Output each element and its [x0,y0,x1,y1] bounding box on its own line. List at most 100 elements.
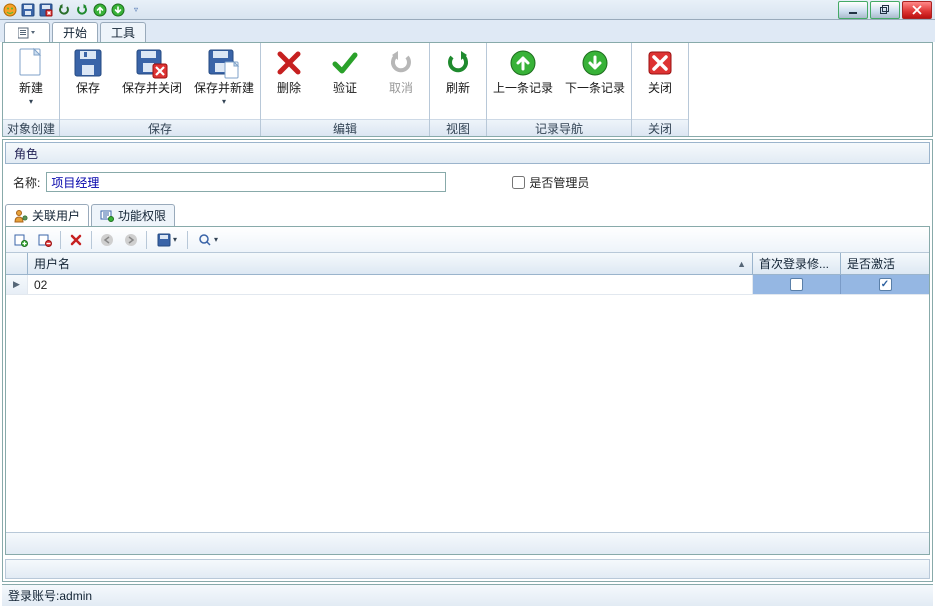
save-close-icon [136,47,168,79]
inner-tab-perms[interactable]: 功能权限 [91,204,175,226]
refresh-button[interactable]: 刷新 [430,43,486,119]
grid-remove-button[interactable] [34,230,56,250]
delete-button[interactable]: 删除 [261,43,317,119]
prev-record-label: 上一条记录 [493,81,553,95]
qat-save-icon[interactable] [20,2,36,18]
section-title: 角色 [14,145,38,162]
grid-header-active[interactable]: 是否激活 [841,253,929,274]
group-create-label: 对象创建 [3,119,59,136]
close-button-label: 关闭 [648,81,672,95]
name-input[interactable] [46,172,446,192]
new-button-label: 新建 [19,81,43,95]
window-close-button[interactable] [902,1,932,19]
user-link-icon [14,209,28,223]
refresh-button-label: 刷新 [446,81,470,95]
grid-header: 用户名▲ 首次登录修... 是否激活 [6,253,929,275]
ribbon-group-close: 关闭 关闭 [632,43,689,136]
save-new-button[interactable]: 保存并新建 [188,43,260,119]
grid: 用户名▲ 首次登录修... 是否激活 ▶ 02 [6,253,929,554]
grid-search-button[interactable]: ▾ [192,230,224,250]
group-close-label: 关闭 [632,119,688,136]
qat-redo-icon[interactable] [74,2,90,18]
grid-body[interactable]: ▶ 02 [6,275,929,532]
name-label: 名称: [13,174,40,191]
grid-row[interactable]: ▶ 02 [6,275,929,295]
next-record-button[interactable]: 下一条记录 [559,43,631,119]
group-view-label: 视图 [430,119,486,136]
new-icon [15,47,47,79]
save-close-button-label: 保存并关闭 [122,81,182,95]
save-icon [72,47,104,79]
inner-tab-users[interactable]: 关联用户 [5,204,89,226]
key-icon [100,209,114,223]
is-admin-label: 是否管理员 [529,174,589,191]
validate-button-label: 验证 [333,81,357,95]
grid-last-button[interactable] [120,230,142,250]
delete-button-label: 删除 [277,81,301,95]
grid-footer [6,532,929,554]
qat-prev-icon[interactable] [92,2,108,18]
qat-next-icon[interactable] [110,2,126,18]
tab-tools[interactable]: 工具 [100,22,146,42]
grid-first-button[interactable] [96,230,118,250]
undo-icon [385,47,417,79]
save-button-label: 保存 [76,81,100,95]
cell-active[interactable] [841,275,929,294]
minimize-button[interactable] [838,1,868,19]
cancel-button-label: 取消 [389,81,413,95]
cell-firstlogin[interactable] [753,275,841,294]
grid-panel: ▾ ▾ 用户名▲ 首次登录修... 是否激活 ▶ 02 [5,226,930,555]
group-nav-label: 记录导航 [487,119,631,136]
save-new-button-label: 保存并新建 [194,81,254,95]
cancel-button[interactable]: 取消 [373,43,429,119]
ribbon-tab-row: 开始 工具 [0,20,935,42]
grid-export-button[interactable]: ▾ [151,230,183,250]
validate-button[interactable]: 验证 [317,43,373,119]
content-area: 角色 名称: 是否管理员 关联用户 功能权限 [2,139,933,582]
content-footer [5,559,930,579]
save-button[interactable]: 保存 [60,43,116,119]
ribbon-group-create: 新建 对象创建 [3,43,60,136]
ribbon-group-view: 刷新 视图 [430,43,487,136]
qat-save-close-icon[interactable] [38,2,54,18]
file-menu-button[interactable] [4,22,50,42]
inner-tab-users-label: 关联用户 [32,207,80,224]
group-edit-label: 编辑 [261,119,429,136]
row-indicator-icon: ▶ [6,275,28,294]
close-icon [644,47,676,79]
firstlogin-checkbox[interactable] [790,278,803,291]
window-buttons [838,1,933,19]
is-admin-checkbox[interactable] [512,176,525,189]
grid-add-button[interactable] [10,230,32,250]
ribbon-group-save: 保存 保存并关闭 保存并新建 保存 [60,43,261,136]
ribbon: 新建 对象创建 保存 保存并关闭 保存并新建 保存 [2,42,933,137]
app-icon [2,2,18,18]
quick-access-toolbar: ▿ [2,2,144,18]
grid-delete-button[interactable] [65,230,87,250]
group-save-label: 保存 [60,119,260,136]
qat-undo-icon[interactable] [56,2,72,18]
save-close-button[interactable]: 保存并关闭 [116,43,188,119]
next-record-label: 下一条记录 [565,81,625,95]
active-checkbox[interactable] [879,278,892,291]
grid-header-user[interactable]: 用户名▲ [28,253,753,274]
grid-header-handle[interactable] [6,253,28,274]
new-button[interactable]: 新建 [3,43,59,119]
status-account-label: 登录账号: [8,587,59,604]
tab-start-label: 开始 [63,24,87,41]
grid-toolbar: ▾ ▾ [6,227,929,253]
close-button[interactable]: 关闭 [632,43,688,119]
cell-user[interactable]: 02 [28,275,753,294]
tab-tools-label: 工具 [111,24,135,41]
ribbon-group-edit: 删除 验证 取消 编辑 [261,43,430,136]
inner-tabs: 关联用户 功能权限 [5,204,930,226]
tab-start[interactable]: 开始 [52,22,98,42]
maximize-button[interactable] [870,1,900,19]
qat-dropdown-icon[interactable]: ▿ [128,2,144,18]
titlebar: ▿ [0,0,935,20]
arrow-up-circle-icon [507,47,539,79]
grid-header-firstlogin[interactable]: 首次登录修... [753,253,841,274]
form-row-name: 名称: 是否管理员 [5,166,930,198]
refresh-icon [442,47,474,79]
prev-record-button[interactable]: 上一条记录 [487,43,559,119]
